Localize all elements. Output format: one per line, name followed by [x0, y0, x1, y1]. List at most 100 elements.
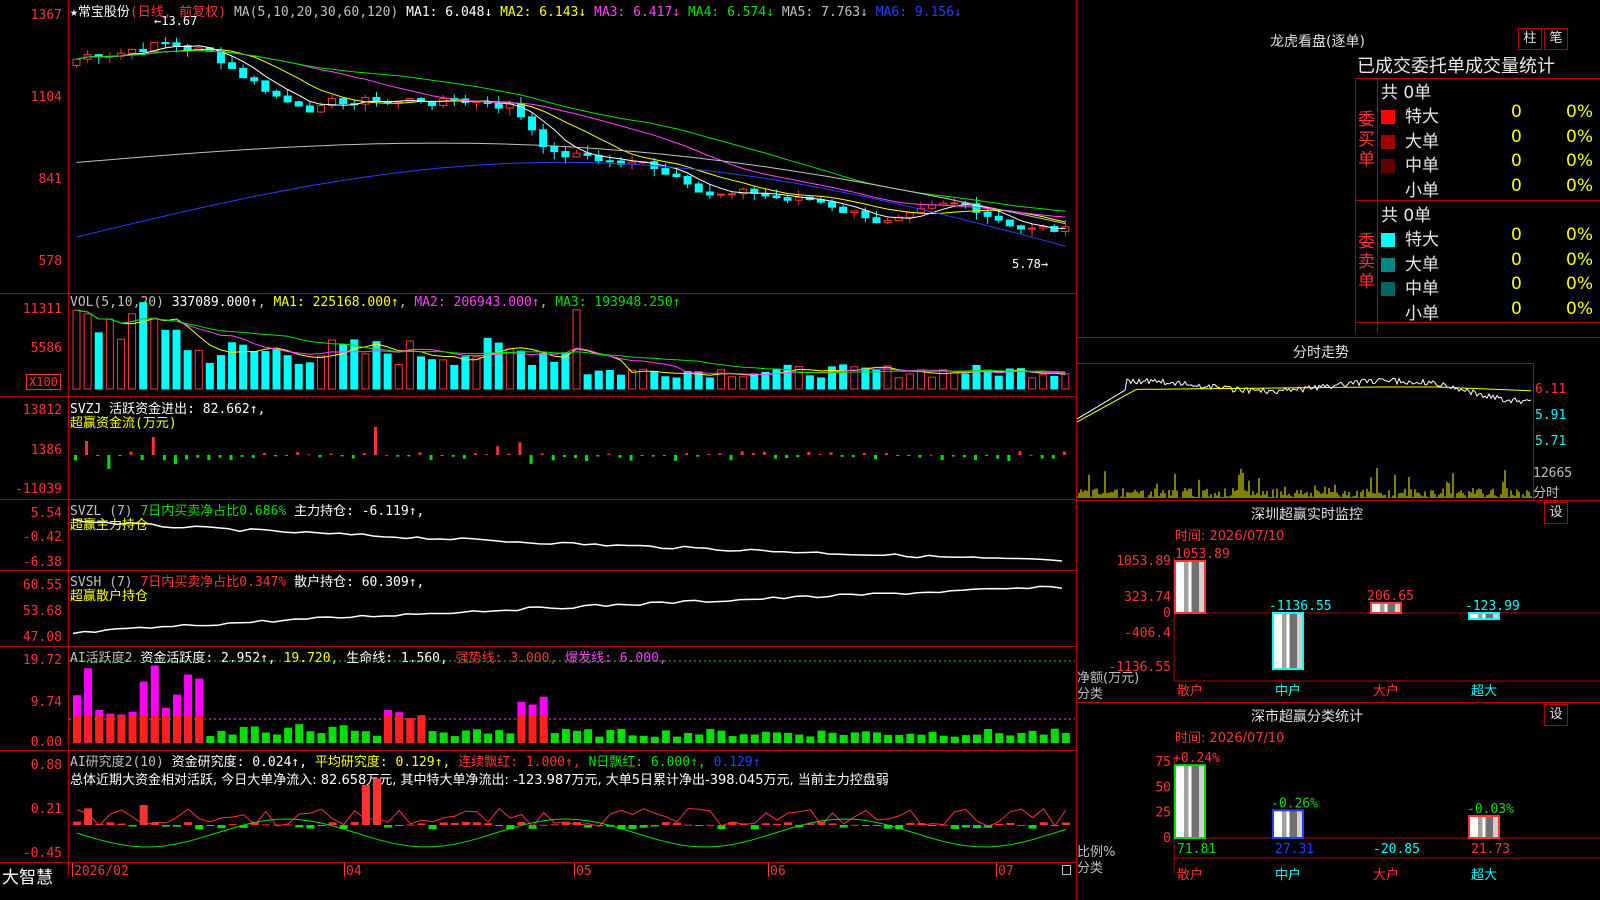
activity-bar — [784, 732, 793, 743]
buy-pct: 0% — [1566, 102, 1593, 122]
classify-category-label: 大户 — [1373, 867, 1399, 883]
candle-body — [1028, 227, 1037, 230]
fund-flow-bar — [829, 452, 833, 455]
research-bar — [950, 825, 959, 829]
activity-bar — [428, 731, 437, 743]
research-bar — [173, 825, 181, 827]
price-axis-label: 1367 — [30, 8, 62, 23]
volume-bar — [728, 376, 737, 390]
fund-flow-bar — [1051, 455, 1055, 459]
ai1-axis-label: 0.00 — [30, 735, 62, 750]
fund-flow-bar — [696, 455, 700, 457]
candle-body — [994, 215, 1003, 221]
svsh-panel[interactable]: SVSH (7) 7日内买卖净占比0.347% 散户持仓: 60.309↑, 超… — [0, 571, 1076, 646]
activity-bar-base — [173, 715, 181, 743]
candle-body — [950, 202, 959, 205]
fund-flow-bar — [507, 453, 511, 455]
ai-activity-panel[interactable]: AI活跃度2 资金活跃度: 2.952↑, 19.720, 生命线: 1.560… — [0, 647, 1076, 750]
fund-flow-bar — [351, 455, 355, 459]
candle-body — [550, 146, 559, 153]
monitor-settings-button[interactable]: 设 — [1544, 502, 1568, 524]
activity-bar — [206, 736, 215, 743]
activity-bar — [850, 732, 859, 743]
activity-bar — [473, 729, 481, 743]
lhb-panel[interactable]: 龙虎看盘(逐单) 柱 笔 已成交委托单成交量统计 委买单 委卖单 共 0单 特大… — [1077, 0, 1600, 337]
research-bar — [639, 825, 648, 828]
fund-flow-bar — [585, 455, 589, 461]
candle-body — [728, 193, 737, 196]
intraday-panel[interactable]: 分时走势 6.11 5.91 5.71 12665 分时 — [1077, 338, 1600, 501]
volume-bar — [183, 350, 192, 390]
volume-bar — [961, 373, 970, 390]
x-tick — [72, 863, 73, 877]
volume-panel[interactable]: VOL(5,10,20) 337089.000↑, MA1: 225168.00… — [0, 294, 1076, 396]
activity-bar-base — [539, 715, 548, 743]
classify-change-label: -0.26% — [1271, 796, 1318, 811]
research-bar — [350, 822, 359, 825]
buy-pct: 0% — [1566, 151, 1593, 171]
ai-research-panel[interactable]: AI研究度2(10) 资金研究度: 0.024↑, 平均研究度: 0.129↑,… — [0, 751, 1076, 862]
svzj-panel[interactable]: SVZJ 活跃资金进出: 82.662↑, 超赢资金流(万元) 13812 13… — [0, 397, 1076, 499]
monitor-panel[interactable]: 深圳超赢实时监控 设 时间: 2026/07/10 净额(万元) 分类 1053… — [1077, 501, 1600, 702]
activity-bar — [661, 730, 670, 743]
volume-bar — [816, 377, 825, 390]
research-bar — [406, 824, 415, 826]
fund-flow-bar — [240, 455, 244, 457]
volume-chart — [72, 302, 1070, 390]
fund-flow-bar — [885, 453, 889, 455]
research-bar — [850, 824, 859, 826]
activity-bar — [1006, 735, 1015, 743]
research-bar — [117, 823, 126, 825]
lock-icon[interactable] — [1062, 865, 1071, 875]
fund-flow-bar — [862, 453, 866, 455]
volume-bar — [461, 356, 470, 390]
fund-flow-bar — [718, 453, 722, 455]
activity-bar-base — [384, 715, 393, 743]
candle-body — [439, 98, 448, 107]
kline-panel[interactable]: ★常宝股份(日线, 前复权) MA(5,10,20,30,60,120) MA1… — [0, 0, 1076, 293]
activity-bar-base — [117, 715, 126, 743]
research-bar — [306, 825, 315, 829]
volume-bar — [350, 339, 359, 390]
activity-bar-base — [95, 715, 104, 743]
svzl-panel[interactable]: SVZL (7) 7日内买卖净占比0.686% 主力持仓: -6.119↑, 超… — [0, 500, 1076, 570]
tick-mode-button[interactable]: 笔 — [1544, 28, 1568, 50]
retail-holding-line — [72, 585, 1063, 635]
svzj-axis-label: 13812 — [22, 403, 62, 418]
volume-bar — [105, 318, 114, 390]
volume-bar — [83, 313, 92, 390]
bar-mode-button[interactable]: 柱 — [1518, 28, 1542, 50]
fund-flow-bar — [629, 455, 633, 461]
fund-flow-bar — [985, 455, 989, 456]
activity-bar-base — [139, 715, 148, 743]
fund-flow-bar — [396, 455, 400, 457]
color-swatch — [1381, 110, 1395, 124]
research-bar — [206, 825, 215, 826]
activity-bar — [761, 731, 770, 743]
fund-flow-bar — [229, 455, 233, 460]
fund-flow-bar — [329, 453, 333, 455]
research-bar — [961, 825, 970, 828]
research-bar — [706, 824, 715, 826]
monitor-axis-label: 0 — [1163, 606, 1171, 621]
activity-bar-base — [73, 715, 81, 743]
fund-flow-bar — [662, 455, 666, 456]
research-bar — [873, 825, 881, 826]
activity-bar — [973, 734, 981, 743]
fund-flow-bar — [685, 453, 689, 455]
activity-bar — [317, 733, 326, 743]
research-bar — [495, 825, 504, 826]
classify-settings-button[interactable]: 设 — [1544, 704, 1568, 726]
fund-flow-bar — [74, 455, 77, 461]
activity-bar-base — [528, 715, 537, 743]
volume-bar — [972, 364, 981, 390]
research-bar — [1017, 824, 1026, 826]
research-bar — [439, 822, 448, 825]
volume-bar — [1028, 377, 1037, 390]
fund-flow-bar — [562, 455, 566, 458]
volume-bar — [161, 329, 170, 390]
activity-bar — [695, 734, 704, 743]
activity-bar — [617, 728, 626, 743]
activity-bar — [1050, 728, 1059, 743]
classify-panel[interactable]: 深市超赢分类统计 设 时间: 2026/07/10 比例% 分类 75 50 25 0… — [1077, 703, 1600, 900]
